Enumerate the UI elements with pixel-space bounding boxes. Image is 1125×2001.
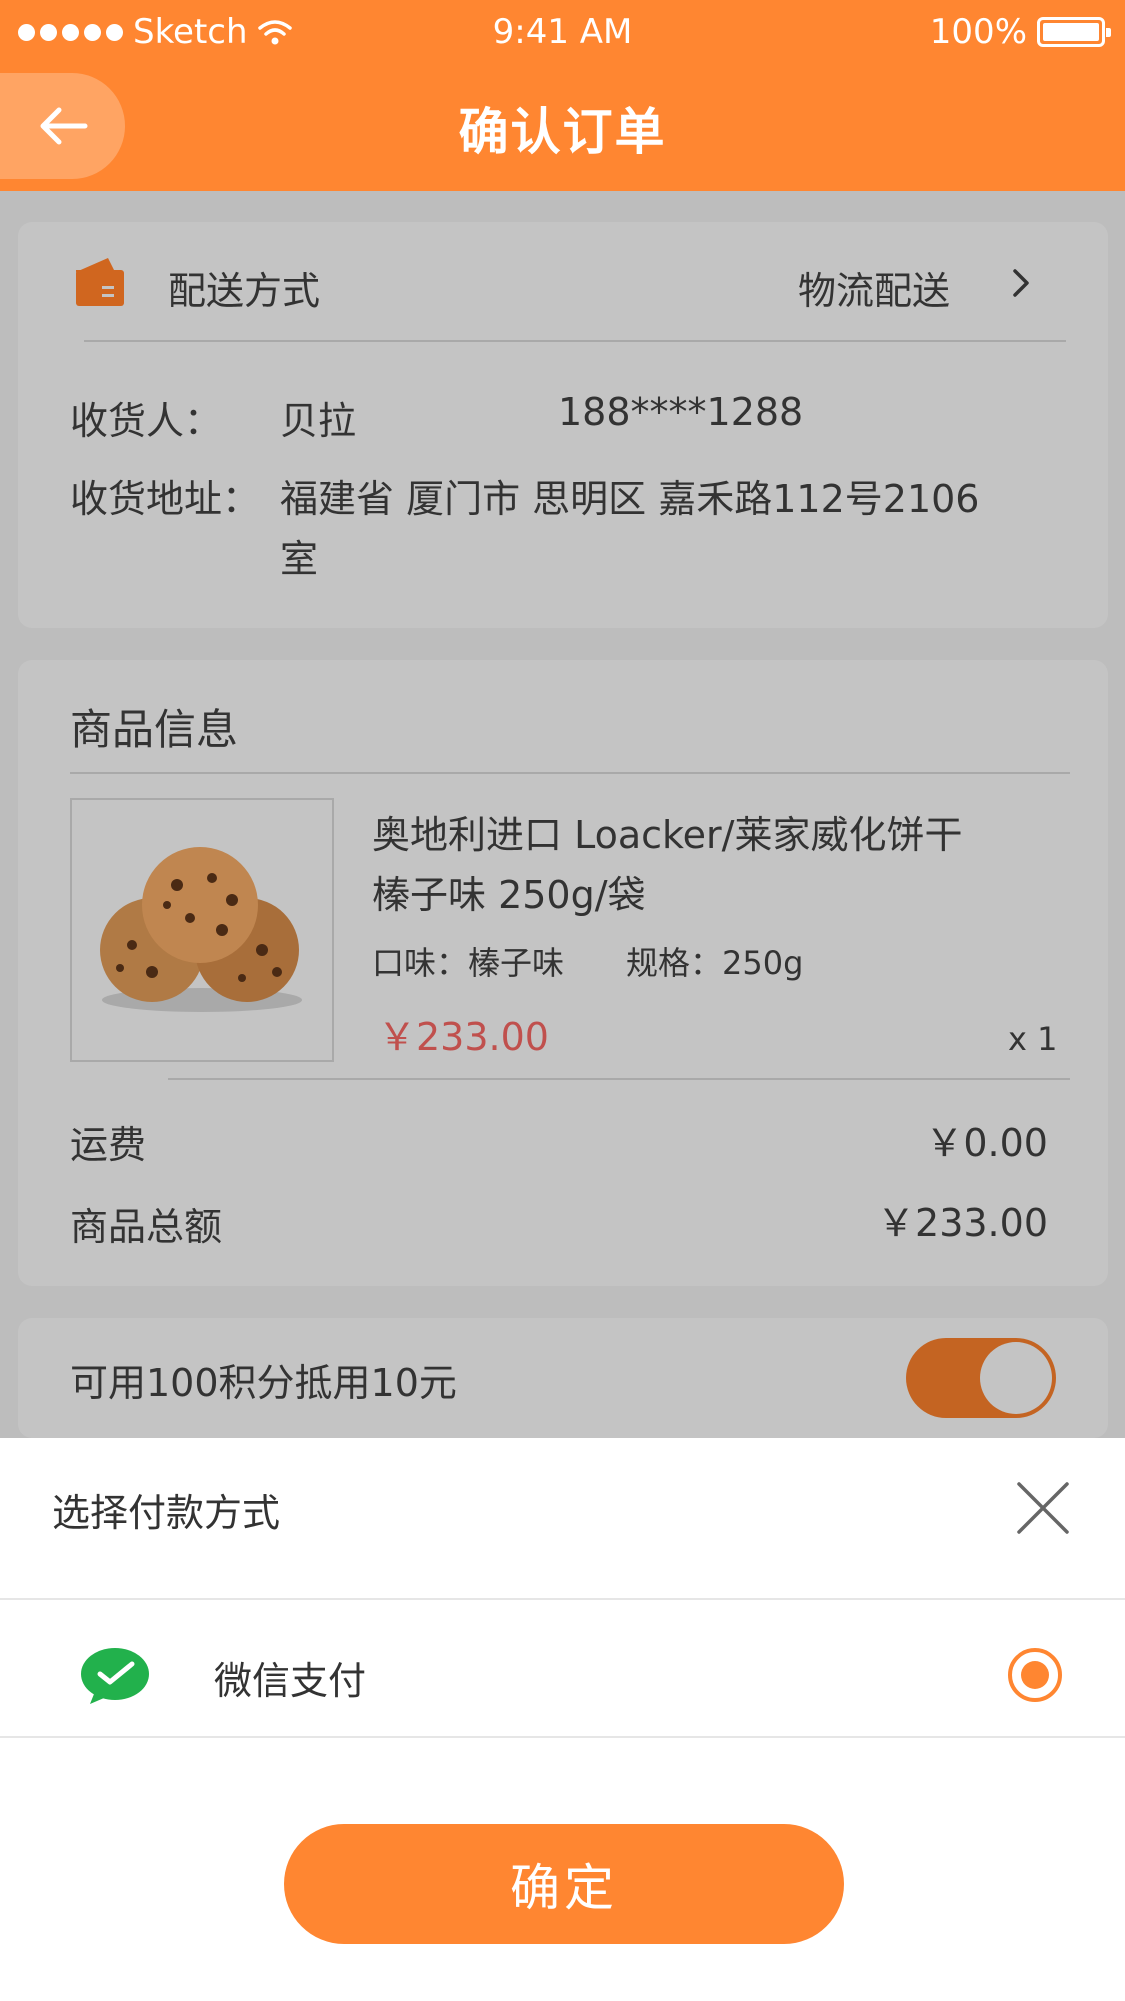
address-label: 收货地址：	[70, 477, 261, 521]
product-card: 商品信息 奥地利进口 Loacker/莱家威化饼干 榛子味 250g/袋 口味：…	[18, 660, 1108, 1286]
payment-sheet: 选择付款方式 微信支付 确定	[0, 1438, 1125, 2001]
payment-sheet-title: 选择付款方式	[52, 1491, 281, 1535]
top-bar: Sketch 9:41 AM 100% 确认订单	[0, 0, 1125, 191]
wallet-icon	[76, 258, 124, 306]
points-card: 可用100积分抵用10元	[18, 1318, 1108, 1438]
product-name-line-2[interactable]: 榛子味 250g/袋	[372, 864, 646, 919]
delivery-card: 配送方式 物流配送 收货人： 贝拉 188****1288 收货地址： 福建省 …	[18, 222, 1108, 628]
shipping-value: ￥0.00	[925, 1121, 1048, 1165]
address-line-2: 室	[280, 537, 319, 581]
total-label: 商品总额	[70, 1205, 223, 1249]
recipient-label: 收货人：	[70, 399, 223, 443]
divider	[0, 1598, 1125, 1600]
close-icon[interactable]	[1015, 1480, 1071, 1536]
recipient-phone: 188****1288	[558, 390, 804, 434]
product-name-line-1[interactable]: 奥地利进口 Loacker/莱家威化饼干	[372, 804, 962, 859]
divider	[0, 1736, 1125, 1738]
product-price: ￥233.00	[378, 1015, 549, 1059]
toggle-knob	[980, 1342, 1052, 1414]
page-title: 确认订单	[458, 103, 667, 161]
divider	[168, 1078, 1070, 1080]
delivery-method-value[interactable]: 物流配送	[798, 260, 950, 315]
divider	[70, 772, 1070, 774]
divider	[84, 340, 1066, 342]
wechat-pay-label[interactable]: 微信支付	[214, 1650, 366, 1705]
battery-percent: 100%	[929, 12, 1027, 52]
product-quantity: x 1	[1008, 1020, 1058, 1058]
points-toggle[interactable]	[906, 1338, 1056, 1418]
wechat-pay-radio[interactable]	[1008, 1648, 1062, 1702]
address-line-1: 福建省 厦门市 思明区 嘉禾路112号2106	[280, 477, 980, 521]
product-section-title: 商品信息	[70, 705, 239, 754]
cookies-image	[100, 847, 302, 1012]
delivery-method-label: 配送方式	[168, 269, 321, 313]
shipping-label: 运费	[70, 1123, 147, 1167]
battery-icon	[1037, 17, 1111, 47]
status-bar: Sketch 9:41 AM 100%	[0, 0, 1125, 64]
product-flavor: 口味：榛子味	[372, 944, 565, 982]
total-value: ￥233.00	[877, 1201, 1048, 1245]
points-label: 可用100积分抵用10元	[70, 1361, 457, 1405]
product-image[interactable]	[70, 798, 334, 1062]
confirm-button[interactable]: 确定	[284, 1824, 844, 1944]
recipient-name: 贝拉	[280, 399, 357, 443]
wechat-pay-icon	[81, 1648, 149, 1704]
chevron-right-icon[interactable]	[1006, 268, 1036, 298]
product-spec: 规格：250g	[626, 944, 804, 982]
